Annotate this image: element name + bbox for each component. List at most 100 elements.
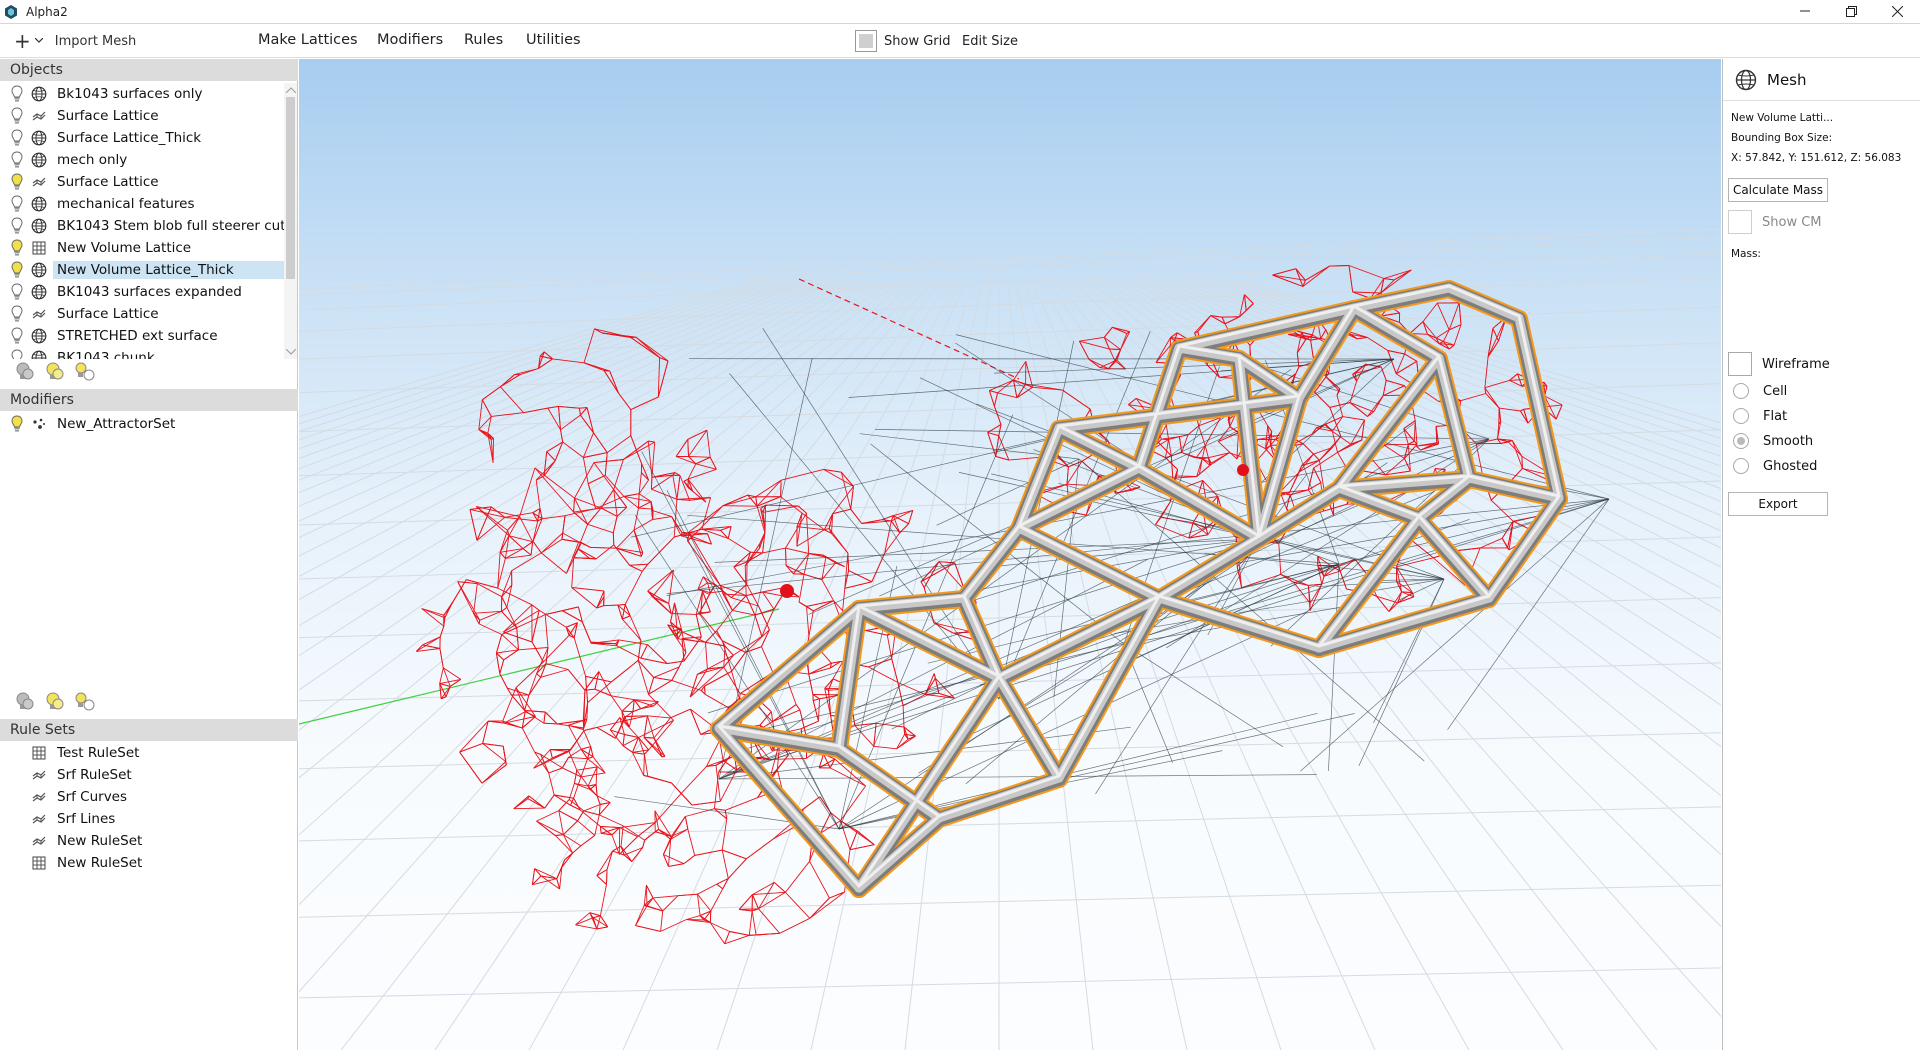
rulesets-header: Rule Sets xyxy=(0,719,298,741)
visibility-bulb-icon[interactable] xyxy=(8,326,26,346)
ruleset-label: Test RuleSet xyxy=(57,745,140,761)
surface-lattice-icon xyxy=(30,832,48,850)
objects-scrollbar[interactable] xyxy=(284,83,297,359)
modifier-bulb-off-icon[interactable] xyxy=(14,690,36,714)
import-mesh-button[interactable]: + Import Mesh xyxy=(14,30,136,52)
object-row[interactable]: Bk1043 surfaces only xyxy=(0,83,298,105)
surface-lattice-icon xyxy=(30,173,48,191)
visibility-bulb-icon[interactable] xyxy=(8,172,26,192)
modifier-row[interactable]: New_AttractorSet xyxy=(0,413,298,435)
object-row[interactable]: mech only xyxy=(0,149,298,171)
mesh-globe-icon xyxy=(30,283,48,301)
calculate-mass-button[interactable]: Calculate Mass xyxy=(1728,178,1828,202)
mesh-globe-icon xyxy=(30,85,48,103)
object-row[interactable]: Surface Lattice xyxy=(0,105,298,127)
mass-label: Mass: xyxy=(1731,248,1761,260)
object-row[interactable]: BK1043 surfaces expanded xyxy=(0,281,298,303)
object-label: Surface Lattice xyxy=(57,108,159,124)
ruleset-label: New RuleSet xyxy=(57,833,143,849)
modifier-bulb-on-icon[interactable] xyxy=(44,690,66,714)
object-row[interactable]: Surface Lattice xyxy=(0,303,298,325)
minimize-button[interactable] xyxy=(1782,0,1828,22)
render-mode-cell[interactable]: Cell xyxy=(1733,383,1787,399)
alpha2-app-icon xyxy=(5,4,17,19)
restore-button[interactable] xyxy=(1828,0,1874,22)
wireframe-checkbox[interactable]: Wireframe xyxy=(1728,352,1830,376)
visibility-bulb-icon[interactable] xyxy=(8,84,26,104)
lattice-scene[interactable] xyxy=(299,59,1721,1050)
show-cm-checkbox[interactable]: Show CM xyxy=(1728,210,1822,234)
objects-list: Bk1043 surfaces only Surface Lattice Surfa… xyxy=(0,83,298,359)
scroll-up-icon[interactable] xyxy=(285,85,296,95)
visibility-bulb-icon[interactable] xyxy=(8,106,26,126)
ruleset-row[interactable]: Test RuleSet xyxy=(0,742,298,764)
mesh-globe-icon xyxy=(30,261,48,279)
visibility-bulb-icon[interactable] xyxy=(8,194,26,214)
modifier-label: New_AttractorSet xyxy=(57,416,176,432)
menu-utilities[interactable]: Utilities xyxy=(526,32,581,48)
render-mode-smooth[interactable]: Smooth xyxy=(1733,433,1813,449)
object-row[interactable]: Surface Lattice xyxy=(0,171,298,193)
bulb-on-icon[interactable] xyxy=(44,360,66,384)
attractor-set-icon xyxy=(30,415,48,433)
ruleset-row[interactable]: New RuleSet xyxy=(0,852,298,874)
ruleset-row[interactable]: Srf Lines xyxy=(0,808,298,830)
mesh-globe-icon xyxy=(30,129,48,147)
object-row[interactable]: New Volume Lattice_Thick xyxy=(0,259,298,281)
visibility-bulb-icon[interactable] xyxy=(8,128,26,148)
object-label: BK1043 Stem blob full steerer cut xyxy=(57,218,286,234)
object-label: Surface Lattice xyxy=(57,306,159,322)
visibility-bulb-icon[interactable] xyxy=(8,150,26,170)
object-label: mech only xyxy=(57,152,128,168)
visibility-bulb-icon[interactable] xyxy=(8,348,26,359)
objects-scroll-thumb[interactable] xyxy=(286,97,295,279)
visibility-bulb-icon[interactable] xyxy=(8,414,26,434)
visibility-bulb-icon[interactable] xyxy=(8,238,26,258)
object-row[interactable]: Surface Lattice_Thick xyxy=(0,127,298,149)
mesh-globe-icon xyxy=(30,327,48,345)
object-row[interactable]: BK1043 Stem blob full steerer cut xyxy=(0,215,298,237)
menu-rules[interactable]: Rules xyxy=(464,32,503,48)
mesh-globe-icon xyxy=(1735,69,1757,90)
bulb-off-icon[interactable] xyxy=(14,360,36,384)
chevron-down-icon xyxy=(34,38,43,43)
object-label: mechanical features xyxy=(57,196,195,212)
bbox-label: Bounding Box Size: xyxy=(1731,132,1833,144)
ruleset-row[interactable]: Srf RuleSet xyxy=(0,764,298,786)
render-mode-ghosted[interactable]: Ghosted xyxy=(1733,458,1817,474)
close-button[interactable] xyxy=(1874,0,1920,22)
floor-grid xyxy=(299,228,1721,1050)
visibility-bulb-icon[interactable] xyxy=(8,304,26,324)
object-row[interactable]: New Volume Lattice xyxy=(0,237,298,259)
bulb-toggle-icon[interactable] xyxy=(74,360,96,384)
object-label: New Volume Lattice_Thick xyxy=(53,261,285,279)
visibility-bulb-icon[interactable] xyxy=(8,260,26,280)
show-grid-box[interactable] xyxy=(855,30,877,52)
visibility-bulb-icon[interactable] xyxy=(8,216,26,236)
mesh-globe-icon xyxy=(30,195,48,213)
object-row[interactable]: STRETCHED ext surface xyxy=(0,325,298,347)
3d-viewport[interactable] xyxy=(299,59,1721,1050)
ruleset-label: Srf Lines xyxy=(57,811,116,827)
visibility-bulb-icon[interactable] xyxy=(8,282,26,302)
render-mode-ghosted-label: Ghosted xyxy=(1763,458,1818,474)
export-button[interactable]: Export xyxy=(1728,492,1828,516)
objects-toolbar xyxy=(14,360,96,384)
menu-modifiers[interactable]: Modifiers xyxy=(377,32,443,48)
volume-lattice-icon xyxy=(30,854,48,872)
edit-size-button[interactable]: Edit Size xyxy=(962,34,1018,49)
objects-header: Objects xyxy=(0,59,298,81)
ruleset-row[interactable]: New RuleSet xyxy=(0,830,298,852)
panel-header: Mesh xyxy=(1723,59,1920,101)
modifier-bulb-toggle-icon[interactable] xyxy=(74,690,96,714)
object-row[interactable]: mechanical features xyxy=(0,193,298,215)
ruleset-label: New RuleSet xyxy=(57,855,143,871)
render-mode-flat[interactable]: Flat xyxy=(1733,408,1787,424)
show-grid-label: Show Grid xyxy=(884,33,951,49)
show-grid-checkbox[interactable]: Show Grid xyxy=(855,30,951,52)
scroll-down-icon[interactable] xyxy=(285,347,296,357)
ruleset-row[interactable]: Srf Curves xyxy=(0,786,298,808)
object-row[interactable]: BK1043 chunk xyxy=(0,347,298,359)
menu-make-lattices[interactable]: Make Lattices xyxy=(258,32,358,48)
object-name: New Volume Latti... xyxy=(1731,112,1834,124)
